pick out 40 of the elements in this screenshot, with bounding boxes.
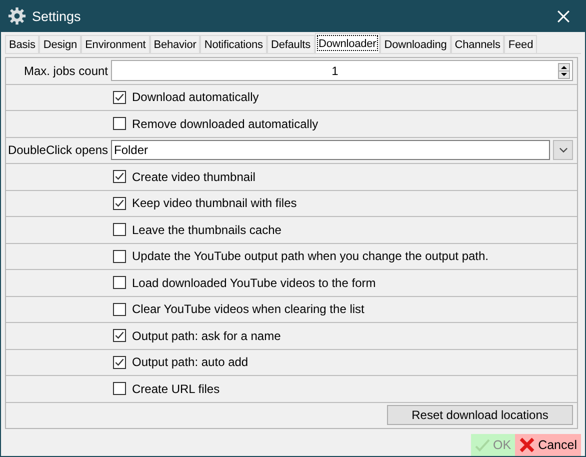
checkbox[interactable]: Output path: ask for a name [113,328,281,343]
cancel-button[interactable]: Cancel [515,434,581,456]
tab[interactable]: Feed [504,35,538,53]
number-field[interactable]: 1 [111,60,573,82]
checkmark-icon [114,198,125,209]
spinner-icon[interactable] [558,62,570,79]
tab[interactable]: Defaults [266,35,315,53]
tab[interactable]: Downloading [380,35,451,53]
close-icon [556,10,570,22]
checkmark-icon [114,92,125,103]
checkbox[interactable]: Remove downloaded automatically [113,116,318,131]
checkbox[interactable]: Load downloaded YouTube videos to the form [113,276,376,290]
tab[interactable]: Downloader [314,33,380,53]
checkbox[interactable]: Create video thumbnail [113,170,256,184]
checkmark-icon [114,171,125,182]
dropdown-button[interactable] [553,140,573,160]
field-label: Max. jobs count [22,64,108,78]
field-label: DoubleClick opens [6,143,108,158]
tab[interactable]: Behavior [150,35,200,53]
tab[interactable]: Notifications [200,35,267,53]
checkbox[interactable]: Update the YouTube output path when you change the output path. [113,249,489,264]
checkbox[interactable]: Download automatically [113,90,259,104]
window-title: Settings [32,8,81,24]
checkbox[interactable]: Clear YouTube videos when clearing the list [113,302,364,316]
checkbox[interactable]: Create URL files [113,382,220,396]
tab[interactable]: Design [39,35,82,53]
gear-icon [8,7,26,25]
checkbox[interactable]: Output path: auto add [113,355,248,370]
checkmark-icon [475,438,490,452]
reset-button[interactable]: Reset download locations [387,405,573,426]
checkbox[interactable]: Keep video thumbnail with files [113,196,297,210]
tab[interactable]: Channels [450,35,504,53]
tab[interactable]: Basis [5,35,40,53]
chevron-down-icon [558,147,568,154]
checkmark-icon [114,330,125,342]
dropdown-field[interactable]: Folder [111,140,550,160]
tab[interactable]: Environment [81,35,150,53]
checkmark-icon [114,356,125,368]
cross-icon [519,437,536,453]
checkbox[interactable]: Leave the thumbnails cache [113,222,282,237]
